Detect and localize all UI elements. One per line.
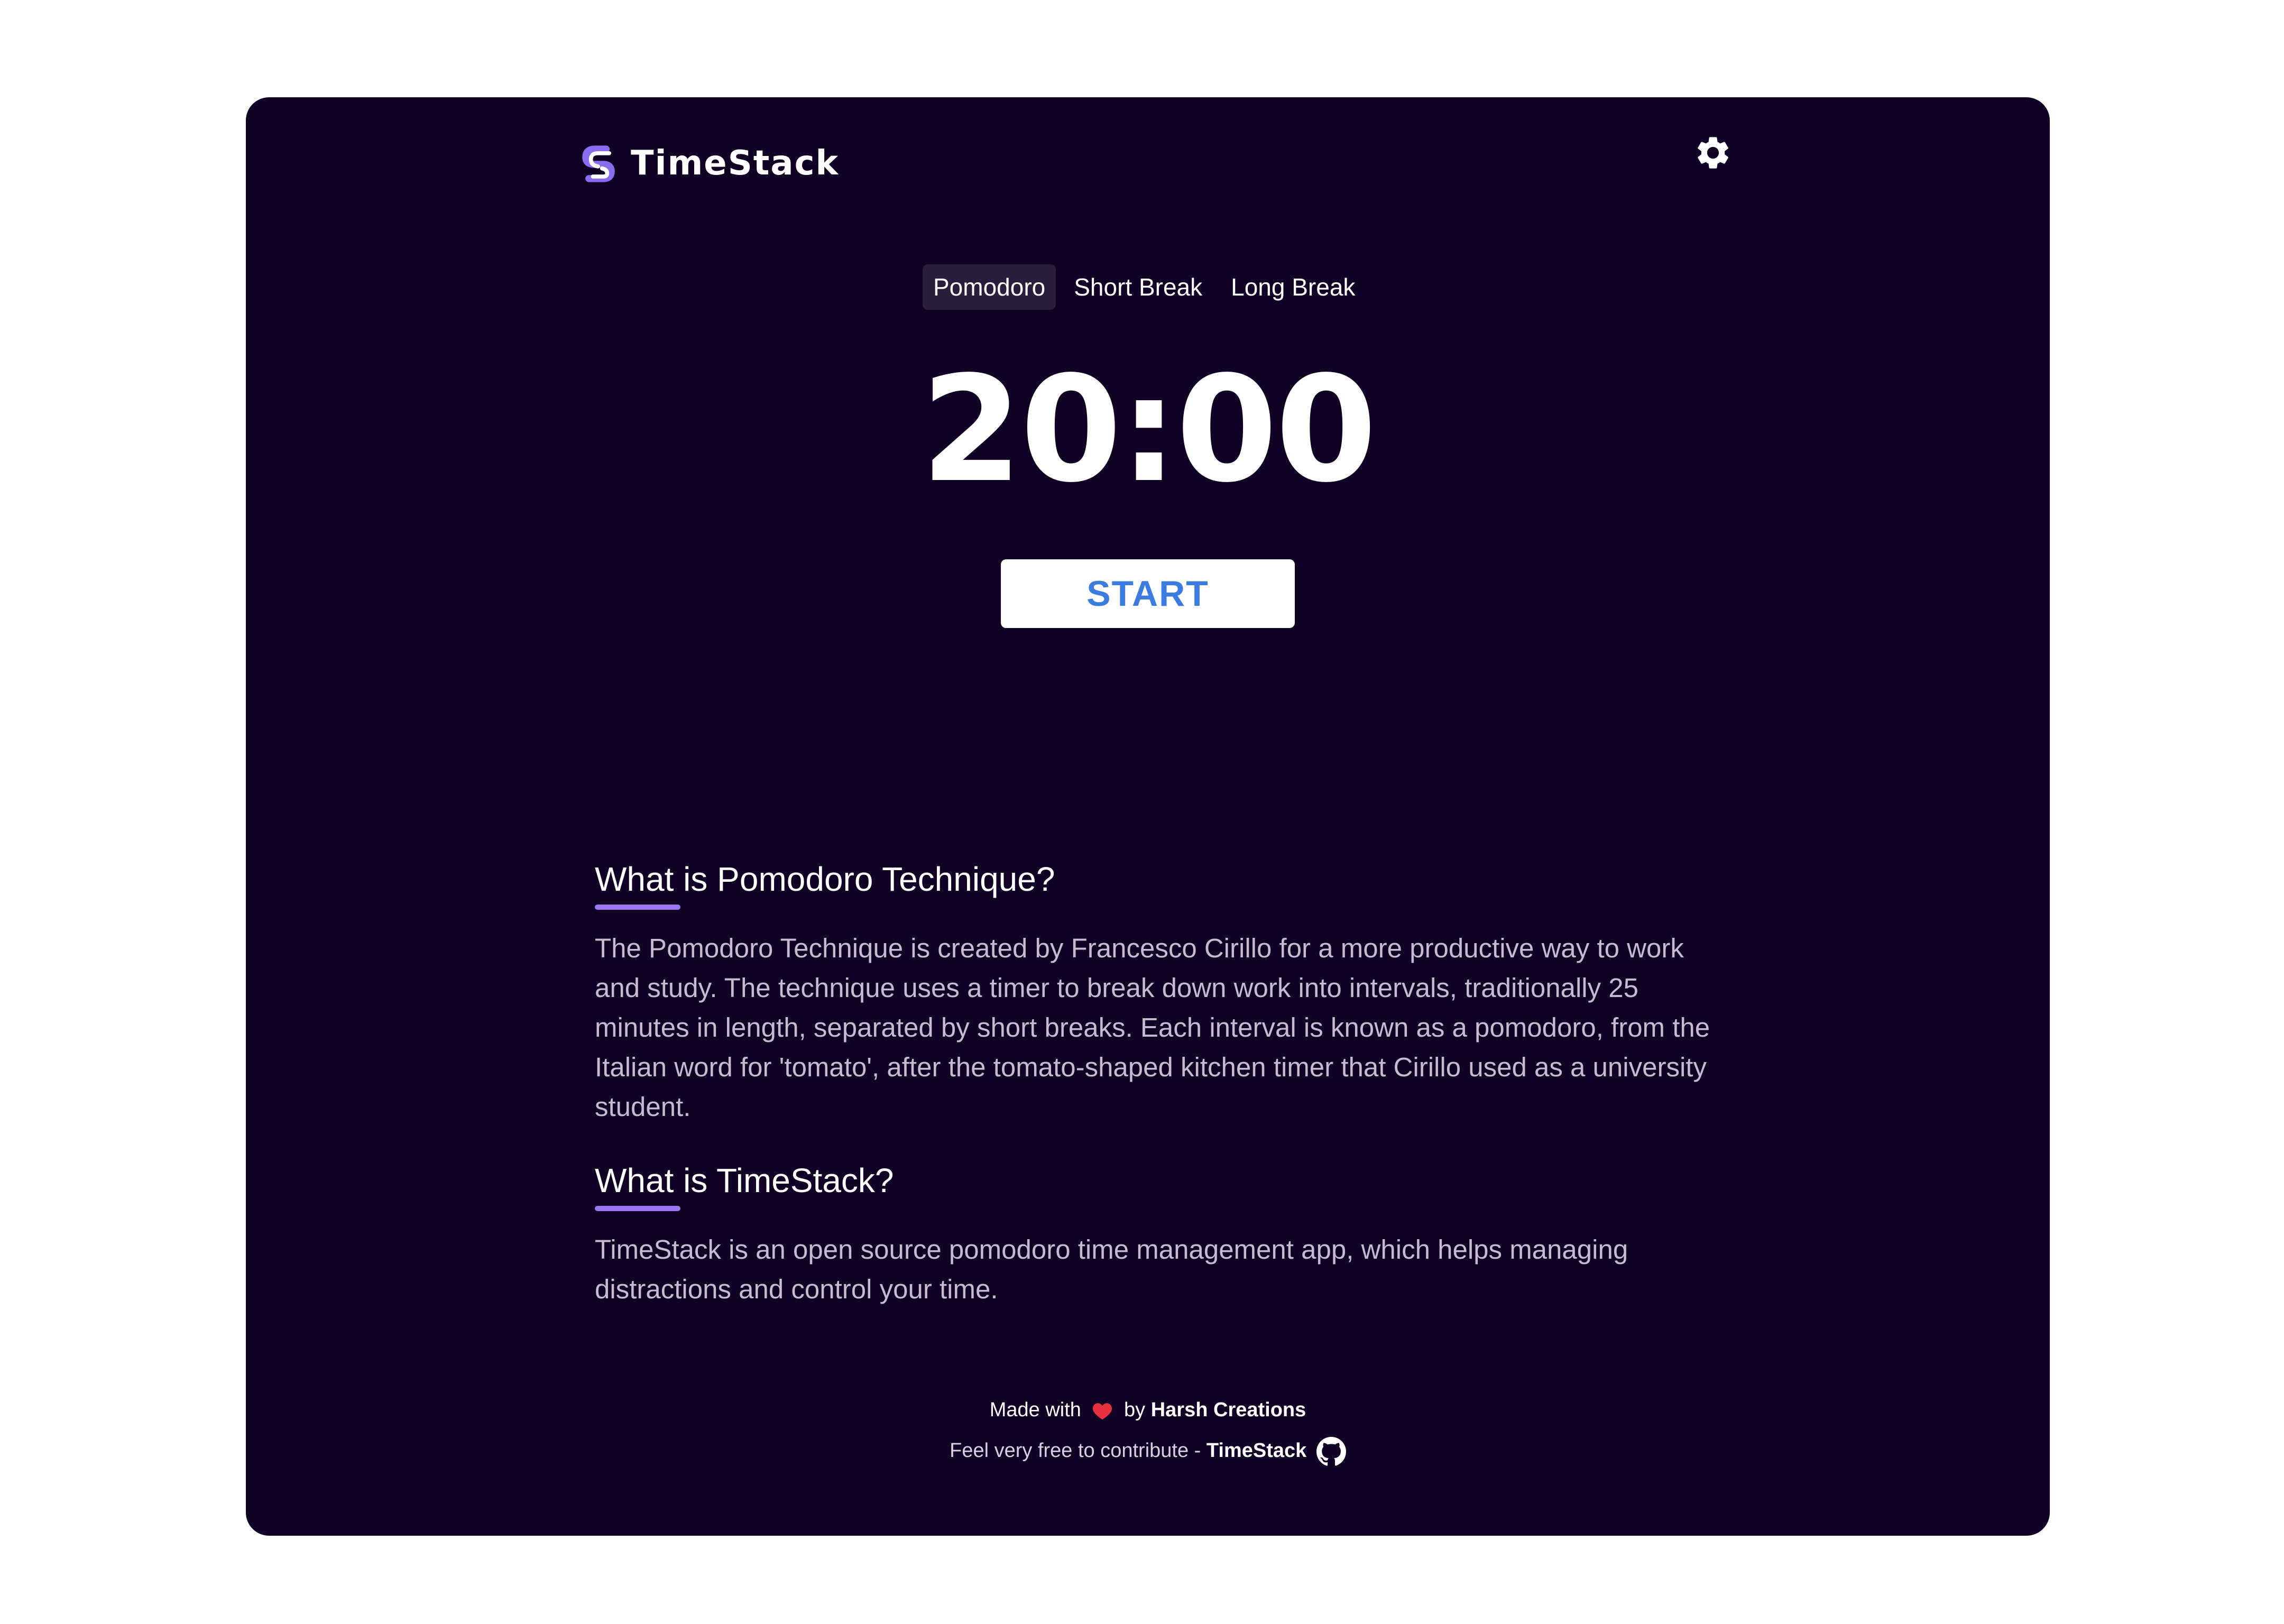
tab-pomodoro[interactable]: Pomodoro <box>923 264 1056 310</box>
section-title-timestack: What is TimeStack? <box>595 1161 894 1199</box>
mode-tabs: Pomodoro Short Break Long Break <box>923 264 1366 310</box>
tab-long-break[interactable]: Long Break <box>1220 264 1366 310</box>
start-button[interactable]: START <box>1001 559 1295 628</box>
app-name: TimeStack <box>631 144 840 183</box>
gear-icon <box>1698 137 1728 169</box>
title-underline <box>595 1206 680 1211</box>
section-body-timestack: TimeStack is an open source pomodoro tim… <box>595 1234 1628 1304</box>
heart-icon <box>1093 1403 1112 1420</box>
timer-display: 20:00 <box>920 345 1377 515</box>
github-icon[interactable] <box>1316 1437 1346 1466</box>
title-underline <box>595 905 680 910</box>
section-title-pomodoro: What is Pomodoro Technique? <box>595 860 1055 898</box>
section-body-pomodoro: The Pomodoro Technique is created by Fra… <box>595 933 1710 1122</box>
settings-button[interactable] <box>1693 133 1733 172</box>
footer-credit: Made with by Harsh Creations <box>246 1399 2050 1422</box>
contribute-text: Feel very free to contribute - <box>950 1440 1201 1462</box>
timestack-logo-icon <box>582 145 615 182</box>
repo-link[interactable]: TimeStack <box>1207 1440 1306 1462</box>
tab-short-break[interactable]: Short Break <box>1063 264 1213 310</box>
footer-by: by <box>1124 1399 1146 1421</box>
footer-contribute: Feel very free to contribute - TimeStack <box>246 1437 2050 1466</box>
author-link[interactable]: Harsh Creations <box>1151 1399 1306 1421</box>
footer-made-with: Made with <box>989 1399 1081 1421</box>
app-window: TimeStack Pomodoro Short Break Long Brea… <box>246 97 2050 1536</box>
app-logo[interactable]: TimeStack <box>574 129 839 198</box>
